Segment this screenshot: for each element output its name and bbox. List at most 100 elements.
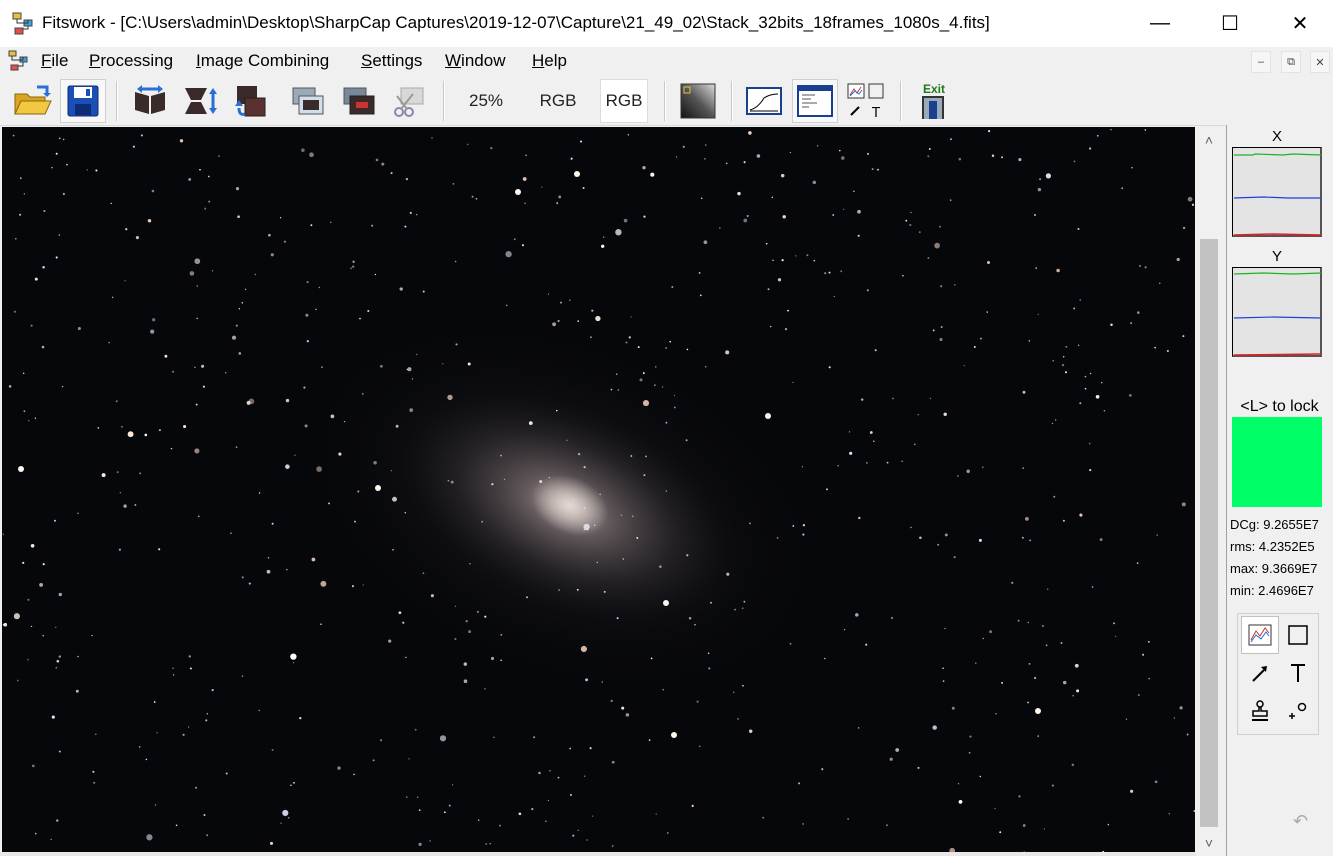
exit-button[interactable]: Exit xyxy=(910,79,956,123)
star xyxy=(478,819,480,821)
paste-image-button[interactable] xyxy=(336,79,382,123)
star-marker-tool[interactable] xyxy=(1279,692,1317,730)
star xyxy=(583,528,586,531)
zoom-level-button[interactable]: 25% xyxy=(462,79,510,123)
minimize-button[interactable]: — xyxy=(1125,0,1195,47)
star xyxy=(476,610,479,613)
star xyxy=(661,386,664,388)
star xyxy=(390,470,393,472)
star xyxy=(418,809,421,811)
star xyxy=(848,431,851,433)
star xyxy=(1103,409,1106,412)
star xyxy=(917,766,920,769)
star xyxy=(741,607,744,610)
star xyxy=(485,843,488,845)
star xyxy=(749,522,751,525)
star xyxy=(927,155,930,158)
star xyxy=(422,290,425,293)
stamp-tool[interactable] xyxy=(1241,692,1279,730)
star xyxy=(188,177,192,181)
flip-vertical-button[interactable] xyxy=(177,79,223,123)
star xyxy=(115,400,118,403)
scroll-thumb[interactable] xyxy=(1200,239,1218,827)
star xyxy=(292,662,295,664)
star xyxy=(919,536,922,540)
star xyxy=(756,154,761,158)
star xyxy=(686,348,689,351)
text-tool[interactable] xyxy=(1279,654,1317,692)
rectangle-tool[interactable] xyxy=(1279,616,1317,654)
star xyxy=(23,193,25,195)
star xyxy=(589,336,592,339)
image-canvas[interactable] xyxy=(2,127,1195,856)
star xyxy=(2,533,5,536)
star xyxy=(1077,344,1080,346)
mdi-close-button[interactable]: ✕ xyxy=(1310,51,1330,73)
star xyxy=(310,224,313,227)
star xyxy=(625,713,630,717)
scroll-down-icon[interactable]: ˅ xyxy=(1196,830,1222,856)
tools-panel-button[interactable]: T xyxy=(843,79,889,123)
vertical-scrollbar[interactable]: ˄ ˅ xyxy=(1196,127,1222,856)
open-file-button[interactable] xyxy=(10,79,56,123)
menu-processing[interactable]: Processing xyxy=(89,51,173,71)
menu-help[interactable]: Help xyxy=(532,51,567,71)
menu-image-combining[interactable]: Image Combining xyxy=(196,51,329,71)
mdi-restore-button[interactable]: ⧉ xyxy=(1281,51,1301,73)
star xyxy=(1034,676,1037,680)
star xyxy=(871,168,874,171)
star xyxy=(146,834,153,841)
star xyxy=(13,310,16,313)
info-window-button[interactable] xyxy=(792,79,838,123)
astro-image xyxy=(2,127,1195,856)
copy-image-button[interactable] xyxy=(285,79,331,123)
star xyxy=(1073,307,1076,310)
flip-horizontal-button[interactable] xyxy=(127,79,173,123)
star xyxy=(621,706,625,710)
pointer-tool[interactable] xyxy=(1241,654,1279,692)
histogram-window-button[interactable] xyxy=(741,79,787,123)
star xyxy=(353,773,355,776)
star xyxy=(556,202,559,204)
star xyxy=(1063,356,1065,358)
menu-settings[interactable]: Settings xyxy=(361,51,422,71)
star xyxy=(719,227,721,229)
toolbar-separator xyxy=(443,81,445,121)
star xyxy=(603,236,605,238)
star xyxy=(913,443,916,446)
horizontal-scrollbar[interactable] xyxy=(0,852,1196,856)
mdi-minimize-button[interactable]: – xyxy=(1251,51,1271,73)
star xyxy=(196,317,198,320)
levels-button[interactable] xyxy=(675,79,721,123)
star xyxy=(183,424,187,429)
rgb-mode-button[interactable]: RGB xyxy=(532,79,584,123)
scroll-up-icon[interactable]: ˄ xyxy=(1196,127,1222,153)
star xyxy=(490,147,493,150)
rotate-button[interactable] xyxy=(227,79,273,123)
star xyxy=(905,219,908,222)
star xyxy=(1065,371,1067,374)
star xyxy=(877,168,879,171)
save-button[interactable] xyxy=(60,79,106,123)
star xyxy=(636,536,639,539)
star xyxy=(828,271,831,274)
star xyxy=(939,337,943,342)
star xyxy=(330,414,335,419)
toolbar-separator xyxy=(731,81,733,121)
star xyxy=(932,329,935,332)
maximize-button[interactable]: ☐ xyxy=(1195,0,1265,47)
star xyxy=(569,793,573,797)
star xyxy=(371,224,374,227)
close-button[interactable]: ✕ xyxy=(1265,0,1333,47)
menu-file[interactable]: File xyxy=(41,51,68,71)
undo-icon[interactable]: ↶ xyxy=(1293,811,1308,832)
star xyxy=(268,233,271,237)
star xyxy=(299,716,302,720)
star xyxy=(748,131,752,135)
star xyxy=(839,149,841,152)
star xyxy=(201,364,205,368)
profile-tool[interactable] xyxy=(1241,616,1279,654)
menu-window[interactable]: Window xyxy=(445,51,505,71)
crop-button[interactable] xyxy=(385,79,431,123)
rgb-display-button[interactable]: RGB xyxy=(600,79,648,123)
